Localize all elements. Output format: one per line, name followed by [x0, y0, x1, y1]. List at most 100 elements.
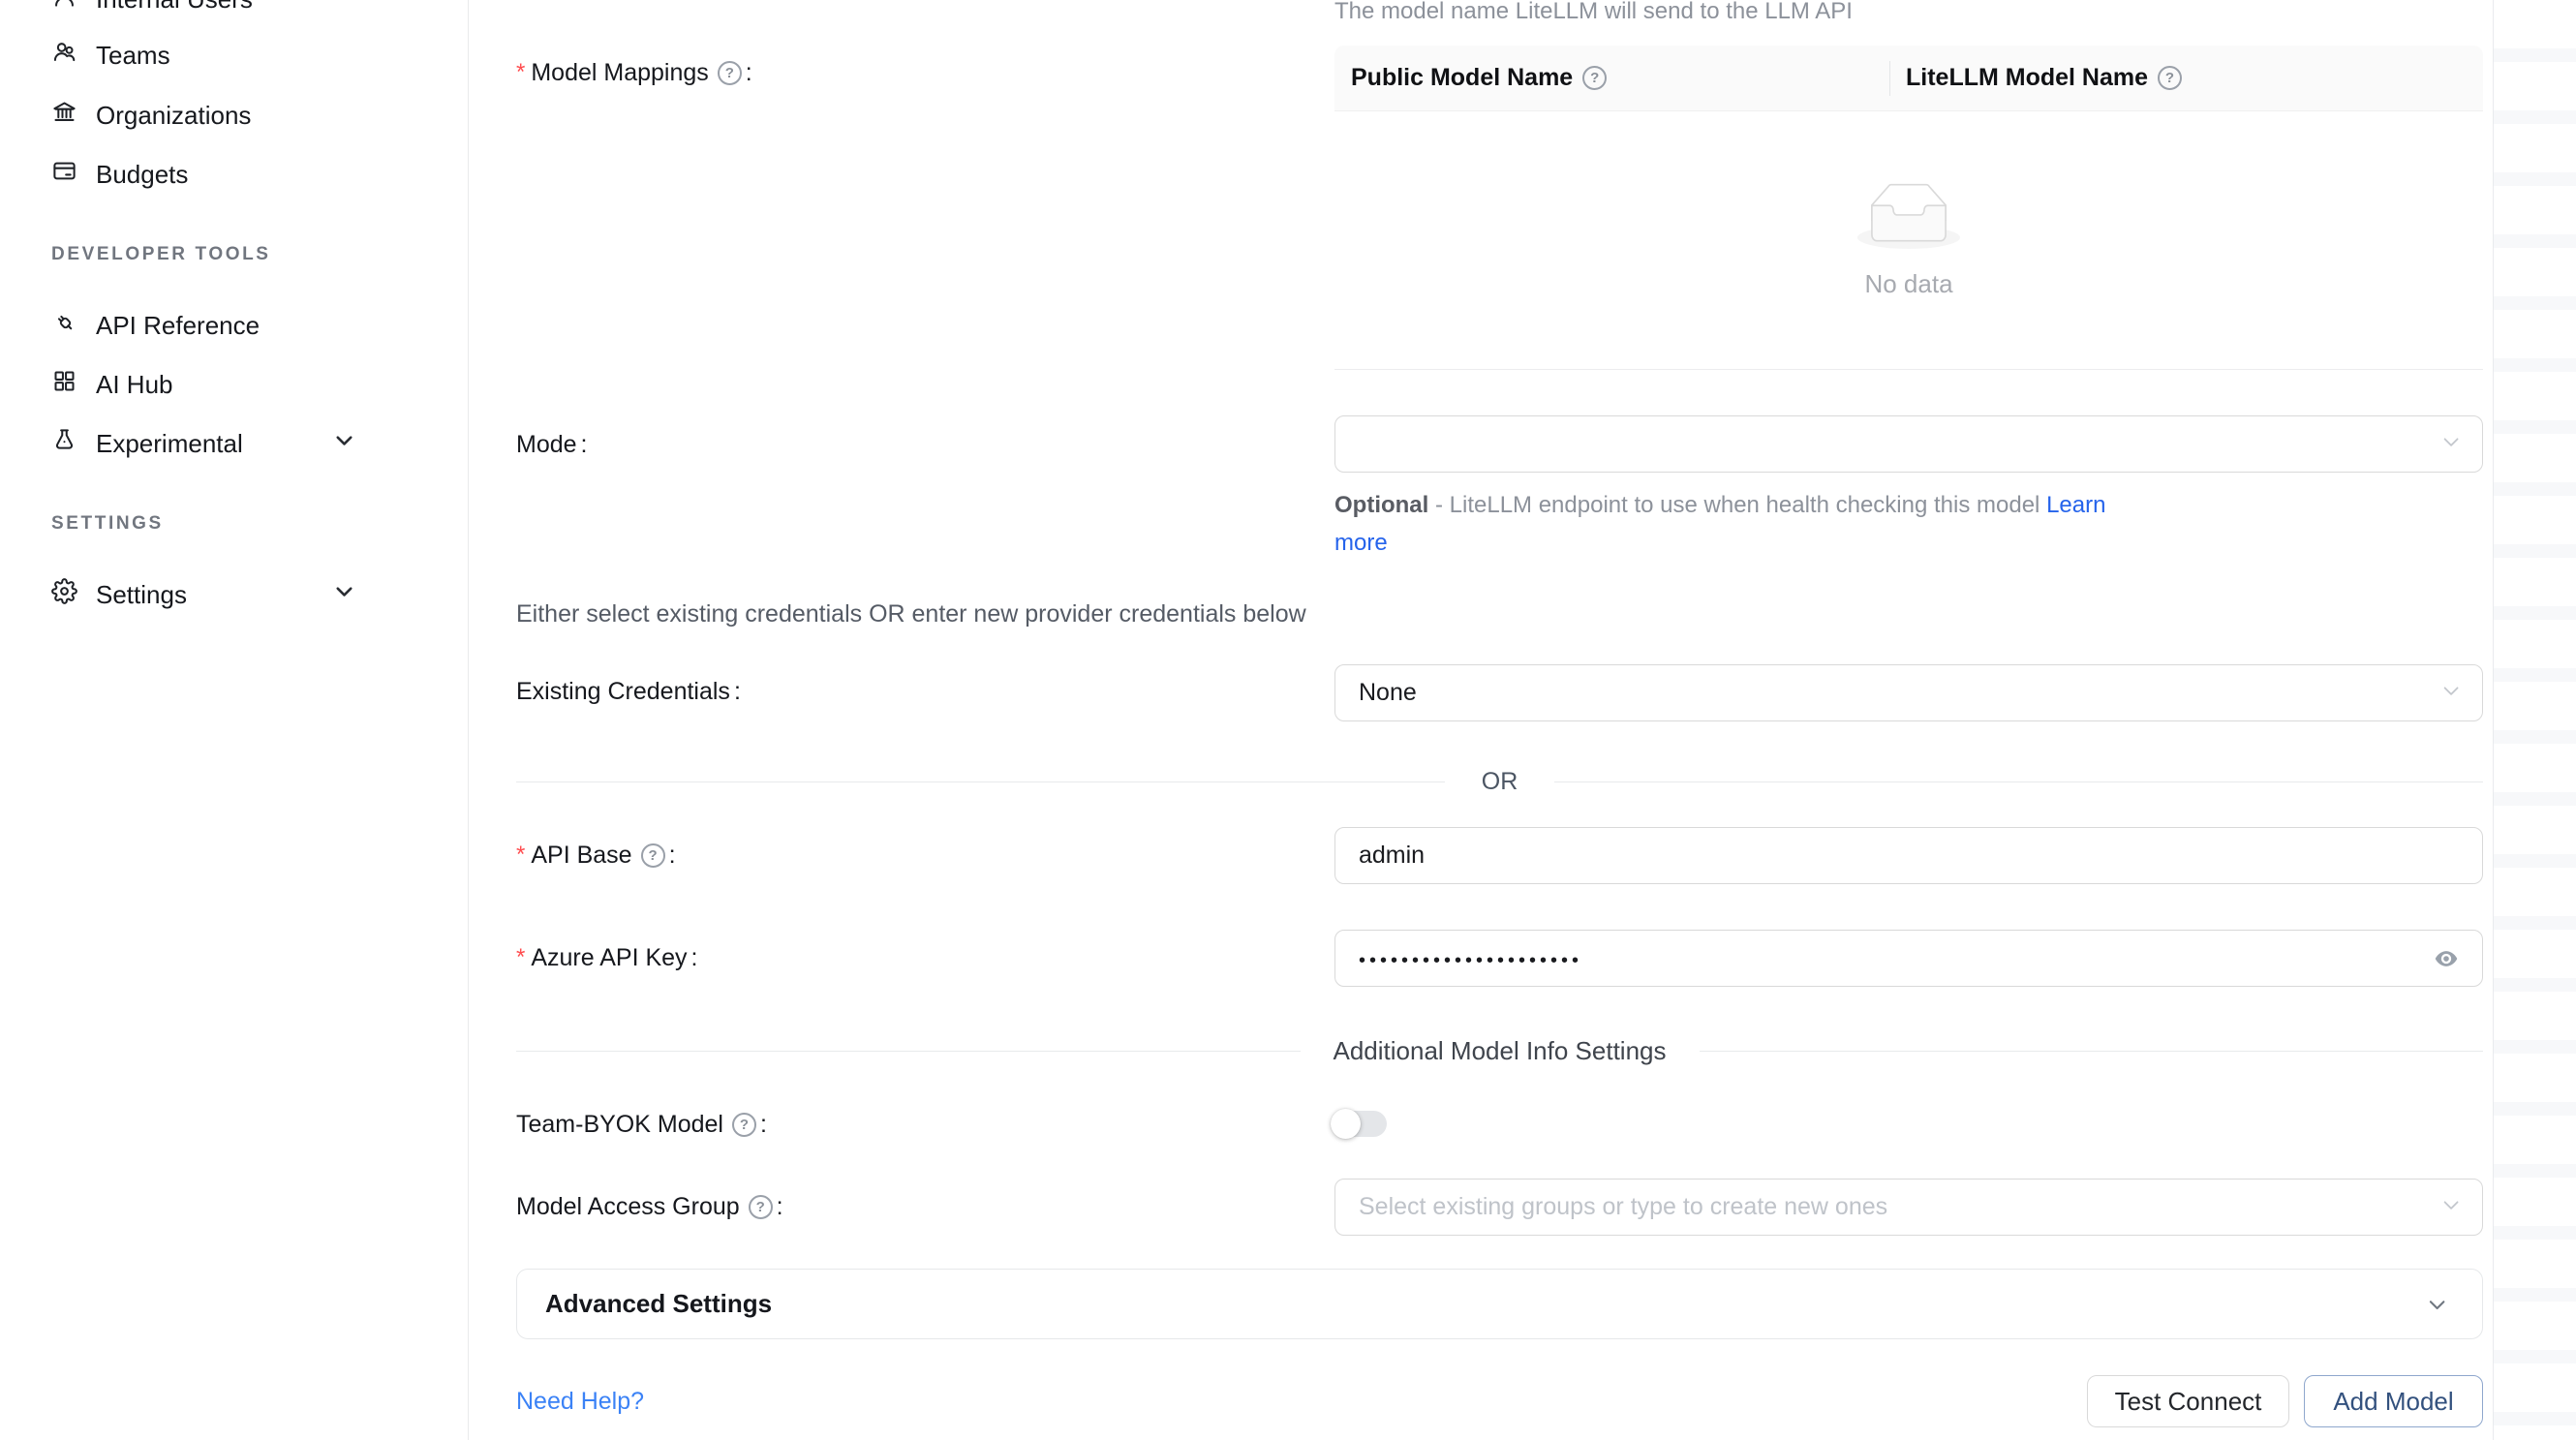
model-access-group-select[interactable]: Select existing groups or type to create…	[1334, 1179, 2483, 1236]
table-empty-body: No data	[1334, 111, 2483, 370]
label-colon: :	[691, 944, 698, 972]
chevron-down-icon	[2423, 1291, 2449, 1317]
divider-line	[516, 781, 1445, 782]
helper-body: - LiteLLM endpoint to use when health ch…	[1428, 492, 2046, 518]
label-text: API Base	[531, 842, 631, 870]
sidebar-item-label: Teams	[96, 41, 170, 71]
model-mappings-table: Public Model Name ? LiteLLM Model Name ?…	[1334, 46, 2483, 370]
add-model-button[interactable]: Add Model	[2304, 1375, 2483, 1427]
api-base-label: * API Base ? :	[516, 839, 676, 872]
team-byok-toggle[interactable]	[1333, 1111, 1389, 1138]
sidebar-item-organizations[interactable]: Organizations	[0, 86, 468, 144]
divider-line	[1700, 1051, 2484, 1052]
column-header-public-model-name: Public Model Name ?	[1334, 46, 1890, 110]
label-colon: :	[777, 1193, 783, 1221]
help-icon[interactable]: ?	[1582, 66, 1607, 90]
sidebar-item-teams[interactable]: Teams	[0, 26, 468, 84]
model-mappings-label: * Model Mappings ? :	[516, 56, 752, 89]
plug-icon	[51, 309, 77, 342]
sidebar-item-label: Settings	[96, 580, 187, 610]
need-help-link[interactable]: Need Help?	[516, 1388, 644, 1416]
empty-state-text: No data	[1864, 269, 1952, 299]
advanced-settings-title: Advanced Settings	[545, 1289, 772, 1319]
chevron-down-icon	[331, 578, 357, 611]
help-icon[interactable]: ?	[732, 1113, 756, 1137]
label-text: Azure API Key	[531, 944, 687, 972]
help-icon[interactable]: ?	[641, 843, 665, 868]
credentials-note: Either select existing credentials OR en…	[516, 600, 1306, 628]
input-value: admin	[1359, 842, 1425, 870]
sidebar-section-settings: SETTINGS	[51, 513, 164, 535]
masked-password-value: •••••••••••••••••••••	[1359, 944, 1582, 972]
teams-icon	[51, 39, 77, 72]
required-asterisk: *	[516, 59, 525, 86]
label-text: Model Access Group	[516, 1193, 740, 1221]
sidebar-item-label: Organizations	[96, 101, 251, 131]
test-connect-button[interactable]: Test Connect	[2087, 1375, 2289, 1427]
team-byok-label: Team-BYOK Model ? :	[516, 1108, 767, 1141]
gear-icon	[51, 578, 77, 611]
eye-icon[interactable]	[2430, 945, 2463, 971]
divider-text: Additional Model Info Settings	[1334, 1036, 1667, 1066]
column-header-label: LiteLLM Model Name	[1906, 64, 2148, 92]
selected-value: None	[1359, 679, 1417, 707]
label-colon: :	[669, 842, 676, 870]
divider-line	[516, 1051, 1301, 1052]
mode-helper-text: Optional - LiteLLM endpoint to use when …	[1334, 486, 2140, 562]
table-header-row: Public Model Name ? LiteLLM Model Name ?	[1334, 46, 2483, 111]
or-divider: OR	[516, 766, 2483, 797]
column-header-litellm-model-name: LiteLLM Model Name ?	[1890, 46, 2483, 110]
sidebar-item-settings[interactable]: Settings	[0, 566, 468, 624]
advanced-settings-panel[interactable]: Advanced Settings	[516, 1269, 2483, 1339]
sidebar-item-ai-hub[interactable]: AI Hub	[0, 355, 468, 414]
column-header-label: Public Model Name	[1351, 64, 1573, 92]
chevron-down-icon	[2438, 428, 2463, 460]
wallet-icon	[51, 158, 77, 191]
sidebar-item-label: Budgets	[96, 160, 188, 190]
sidebar-item-label: AI Hub	[96, 370, 173, 400]
help-icon[interactable]: ?	[749, 1195, 773, 1219]
model-access-group-label: Model Access Group ? :	[516, 1190, 783, 1223]
sidebar-item-experimental[interactable]: Experimental	[0, 414, 468, 473]
divider-line	[1554, 781, 2483, 782]
sidebar-item-budgets[interactable]: Budgets	[0, 145, 468, 203]
sidebar-section-developer-tools: DEVELOPER TOOLS	[51, 244, 271, 265]
label-colon: :	[746, 59, 752, 87]
required-asterisk: *	[516, 842, 525, 869]
field-helper-note: The model name LiteLLM will send to the …	[1334, 0, 1853, 25]
label-text: Existing Credentials	[516, 678, 730, 706]
required-asterisk: *	[516, 944, 525, 971]
sidebar-item-internal-users[interactable]: Internal Users	[0, 0, 468, 28]
label-text: Model Mappings	[531, 59, 708, 87]
helper-bold: Optional	[1334, 492, 1428, 518]
existing-credentials-label: Existing Credentials :	[516, 675, 741, 708]
add-model-page: Internal Users Teams Organizations Budge…	[0, 0, 2576, 1440]
page-edge-strip	[2493, 0, 2576, 1440]
divider-text: OR	[1482, 768, 1518, 796]
sidebar-nav: Internal Users Teams Organizations Budge…	[0, 0, 469, 1440]
chevron-down-icon	[331, 427, 357, 460]
sidebar-item-api-reference[interactable]: API Reference	[0, 296, 468, 354]
mode-label: Mode :	[516, 428, 588, 461]
bank-icon	[51, 99, 77, 132]
label-colon: :	[760, 1111, 767, 1139]
existing-credentials-select[interactable]: None	[1334, 664, 2483, 721]
help-icon[interactable]: ?	[718, 61, 742, 85]
flask-icon	[51, 427, 77, 460]
label-colon: :	[734, 678, 741, 706]
mode-select[interactable]	[1334, 415, 2483, 473]
chevron-down-icon	[2438, 1191, 2463, 1223]
label-text: Team-BYOK Model	[516, 1111, 723, 1139]
empty-box-icon	[1857, 183, 1960, 254]
api-base-input[interactable]: admin	[1334, 827, 2483, 884]
sidebar-item-label: API Reference	[96, 311, 260, 341]
help-icon[interactable]: ?	[2158, 66, 2182, 90]
sidebar-item-label: Internal Users	[96, 0, 253, 15]
grid-icon	[51, 368, 77, 401]
user-icon	[51, 0, 77, 15]
chevron-down-icon	[2438, 677, 2463, 709]
additional-settings-divider: Additional Model Info Settings	[516, 1035, 2483, 1066]
sidebar-item-label: Experimental	[96, 429, 243, 459]
azure-api-key-input[interactable]: •••••••••••••••••••••	[1334, 930, 2483, 987]
label-colon: :	[581, 431, 588, 459]
